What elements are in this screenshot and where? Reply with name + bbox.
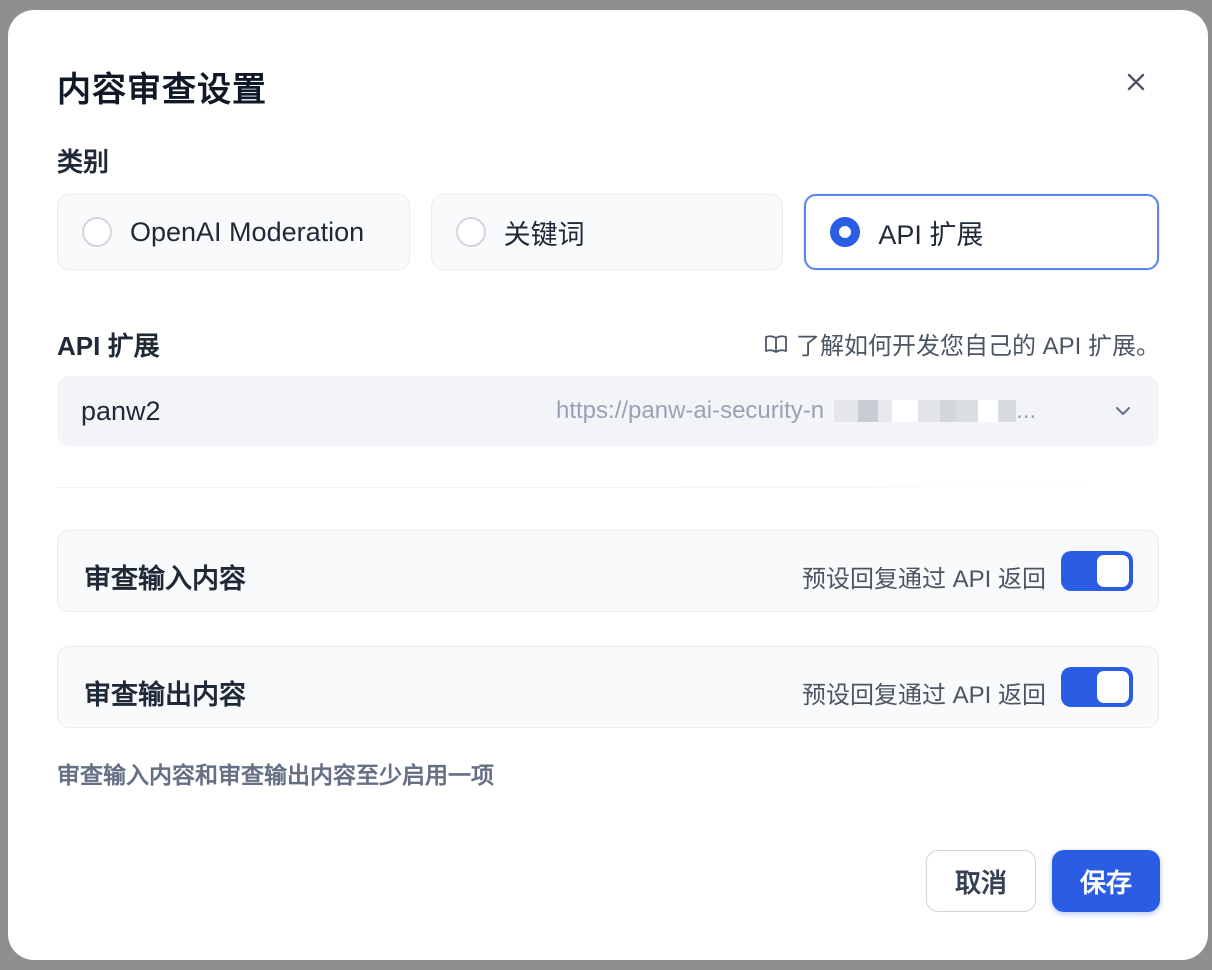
cancel-button[interactable]: 取消 <box>926 850 1036 912</box>
api-extension-label: API 扩展 <box>57 331 160 361</box>
save-button[interactable]: 保存 <box>1052 850 1160 912</box>
category-option-keywords[interactable]: 关键词 <box>430 194 784 270</box>
docs-link-label: 了解如何开发您自己的 API 扩展。 <box>795 333 1160 360</box>
moderate-output-title: 审查输出内容 <box>84 680 246 710</box>
radio-button[interactable] <box>82 217 112 247</box>
radio-button[interactable] <box>455 217 486 247</box>
moderate-input-hint: 预设回复通过 API 返回 <box>801 566 1046 593</box>
close-button[interactable] <box>1120 66 1152 98</box>
docs-link[interactable]: 了解如何开发您自己的 API 扩展。 <box>764 326 1160 361</box>
moderation-note: 审查输入内容和审查输出内容至少启用一项 <box>57 762 494 788</box>
moderate-output-toggle[interactable] <box>1061 667 1133 707</box>
radio-button-checked[interactable] <box>830 217 861 247</box>
url-ellipsis: ... <box>1016 397 1037 424</box>
moderate-input-title: 审查输入内容 <box>84 564 246 594</box>
category-option-openai-moderation[interactable]: OpenAI Moderation <box>57 194 410 270</box>
moderate-input-toggle[interactable] <box>1061 551 1133 591</box>
moderate-output-hint: 预设回复通过 API 返回 <box>801 682 1046 709</box>
moderation-settings-dialog: 内容审查设置 类别 OpenAI Moderation 关键词 API 扩展 A… <box>8 10 1208 960</box>
category-options: OpenAI Moderation 关键词 API 扩展 <box>57 194 1160 270</box>
moderate-input-row: 审查输入内容 预设回复通过 API 返回 <box>57 530 1159 612</box>
section-divider <box>57 487 1159 488</box>
selected-extension-name: panw2 <box>81 395 161 426</box>
close-icon <box>1127 73 1145 91</box>
toggle-knob <box>1097 555 1129 587</box>
option-label: OpenAI Moderation <box>130 216 365 247</box>
api-extension-select[interactable]: panw2 https://panw-ai-security-n ... <box>57 376 1159 446</box>
option-label: 关键词 <box>503 219 585 250</box>
option-label: API 扩展 <box>878 219 984 250</box>
category-label: 类别 <box>57 147 110 177</box>
category-option-api-extension[interactable]: API 扩展 <box>804 194 1160 270</box>
redacted-text <box>834 399 1017 423</box>
selected-extension-url: https://panw-ai-security-n ... <box>556 376 1056 446</box>
toggle-knob <box>1097 671 1129 703</box>
dialog-title: 内容审查设置 <box>57 71 267 109</box>
book-icon <box>764 333 788 355</box>
moderate-output-row: 审查输出内容 预设回复通过 API 返回 <box>57 646 1159 728</box>
extension-url-text: https://panw-ai-security-n <box>556 397 825 424</box>
chevron-down-icon <box>1116 407 1130 415</box>
